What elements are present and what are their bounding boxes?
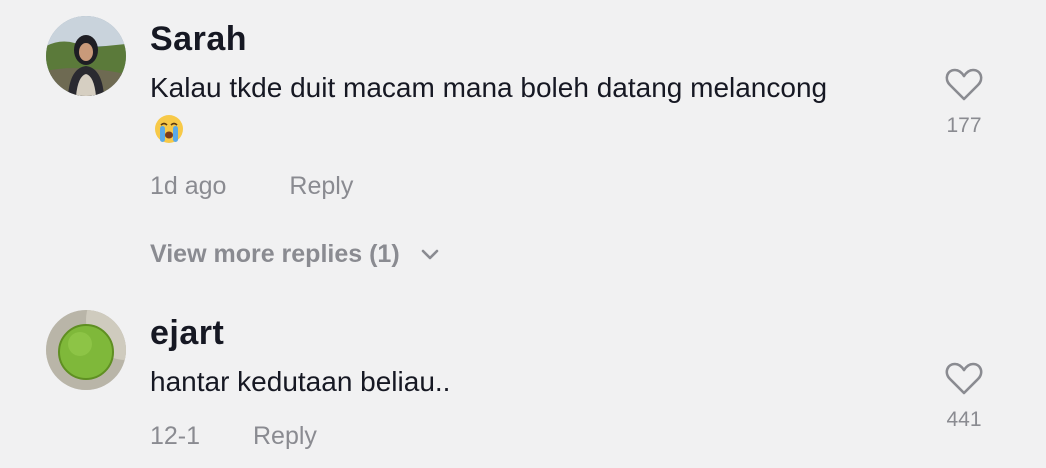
like-count: 177 bbox=[946, 114, 982, 137]
comment-timestamp: 1d ago bbox=[150, 172, 227, 200]
like-button[interactable]: 177 bbox=[940, 66, 988, 138]
loudly-crying-face-emoji bbox=[154, 113, 184, 143]
heart-outline-icon bbox=[945, 68, 983, 101]
like-button[interactable]: 441 bbox=[940, 360, 988, 432]
comment-item: ejart hantar kedutaan beliau.. 12-1 Repl… bbox=[0, 300, 1046, 468]
comment-item: Sarah Kalau tkde duit macam mana boleh d… bbox=[0, 0, 1046, 290]
reply-button[interactable]: Reply bbox=[253, 422, 317, 451]
comment-text: hantar kedutaan beliau.. bbox=[150, 360, 850, 403]
avatar[interactable] bbox=[46, 16, 126, 96]
view-more-replies-button[interactable]: View more replies (1) bbox=[150, 240, 439, 269]
comment-text: Kalau tkde duit macam mana boleh datang … bbox=[150, 66, 850, 152]
username[interactable]: Sarah bbox=[150, 20, 247, 59]
comment-text-body: Kalau tkde duit macam mana boleh datang … bbox=[150, 72, 828, 103]
comment-text-body: hantar kedutaan beliau.. bbox=[150, 366, 451, 397]
comment-meta: 1d ago Reply bbox=[150, 172, 353, 201]
view-more-replies-label: View more replies (1) bbox=[150, 240, 400, 268]
username[interactable]: ejart bbox=[150, 314, 224, 353]
avatar-image bbox=[46, 310, 126, 390]
avatar[interactable] bbox=[46, 310, 126, 390]
comment-meta: 12-1 Reply bbox=[150, 422, 317, 451]
like-count: 441 bbox=[946, 408, 982, 431]
heart-outline-icon bbox=[945, 362, 983, 395]
comment-timestamp: 12-1 bbox=[150, 422, 201, 450]
reply-button[interactable]: Reply bbox=[289, 172, 353, 201]
avatar-image bbox=[46, 16, 126, 96]
chevron-down-icon bbox=[421, 250, 438, 260]
